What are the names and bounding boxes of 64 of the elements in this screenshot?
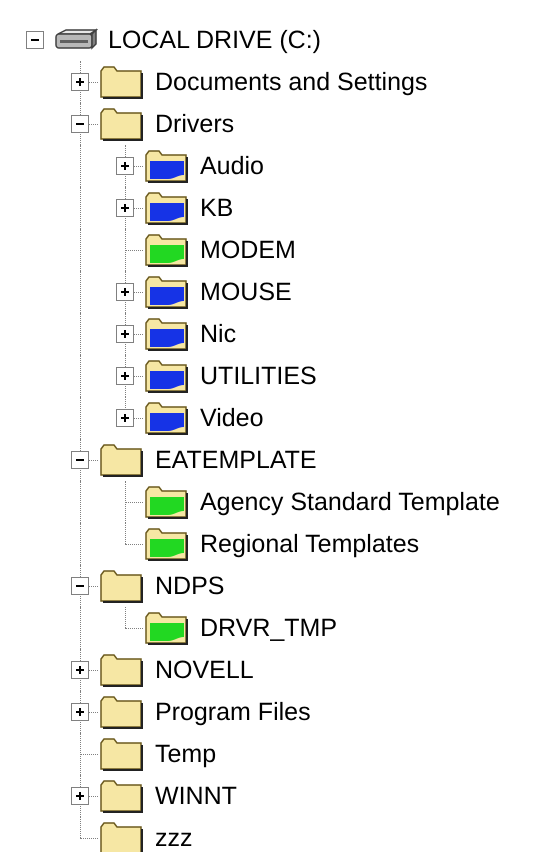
tree-item-label[interactable]: Video <box>200 403 264 433</box>
expand-button[interactable] <box>116 325 134 343</box>
folder-icon <box>99 569 145 603</box>
plus-icon <box>120 413 130 423</box>
tree-item-label[interactable]: Documents and Settings <box>155 67 428 97</box>
tree-item-label[interactable]: Regional Templates <box>200 529 420 559</box>
tree-item-label[interactable]: zzz <box>155 823 192 852</box>
tree-item-label[interactable]: Nic <box>200 319 236 349</box>
folder-icon <box>144 527 190 561</box>
plus-icon <box>75 77 85 87</box>
collapse-button[interactable] <box>26 31 44 49</box>
plus-icon <box>75 791 85 801</box>
expand-button[interactable] <box>71 787 89 805</box>
expand-button[interactable] <box>71 703 89 721</box>
folder-icon <box>144 359 190 393</box>
tree-item-label[interactable]: Program Files <box>155 697 311 727</box>
tree-item-label[interactable]: MOUSE <box>200 277 292 307</box>
tree-item-label[interactable]: EATEMPLATE <box>155 445 317 475</box>
folder-icon <box>99 653 145 687</box>
collapse-button[interactable] <box>71 577 89 595</box>
folder-icon <box>99 821 145 852</box>
tree-item-label[interactable]: DRVR_TMP <box>200 613 338 643</box>
collapse-button[interactable] <box>71 451 89 469</box>
folder-icon <box>99 65 145 99</box>
folder-icon <box>144 275 190 309</box>
expand-button[interactable] <box>116 409 134 427</box>
plus-icon <box>120 161 130 171</box>
collapse-button[interactable] <box>71 115 89 133</box>
plus-icon <box>75 707 85 717</box>
tree-item-label[interactable]: MODEM <box>200 235 296 265</box>
folder-icon <box>99 695 145 729</box>
expand-button[interactable] <box>71 73 89 91</box>
expand-button[interactable] <box>116 283 134 301</box>
tree-item-label[interactable]: WINNT <box>155 781 237 811</box>
plus-icon <box>120 203 130 213</box>
tree-item-label[interactable]: NDPS <box>155 571 224 601</box>
tree-item-label[interactable]: LOCAL DRIVE (C:) <box>108 25 322 55</box>
expand-button[interactable] <box>71 661 89 679</box>
folder-icon <box>144 233 190 267</box>
expand-button[interactable] <box>116 199 134 217</box>
plus-icon <box>120 287 130 297</box>
tree-item-label[interactable]: Drivers <box>155 109 234 139</box>
plus-icon <box>120 371 130 381</box>
tree-item-label[interactable]: KB <box>200 193 234 223</box>
folder-icon <box>144 191 190 225</box>
tree-item-label[interactable]: Agency Standard Template <box>200 487 500 517</box>
folder-icon <box>99 779 145 813</box>
expand-button[interactable] <box>116 367 134 385</box>
folder-icon <box>144 611 190 645</box>
folder-icon <box>99 443 145 477</box>
tree-item-label[interactable]: NOVELL <box>155 655 254 685</box>
folder-icon <box>144 401 190 435</box>
tree-item-label[interactable]: Temp <box>155 739 216 769</box>
tree-item-label[interactable]: Audio <box>200 151 264 181</box>
folder-icon <box>144 485 190 519</box>
tree-item-label[interactable]: UTILITIES <box>200 361 317 391</box>
plus-icon <box>75 665 85 675</box>
folder-icon <box>144 317 190 351</box>
drive-icon <box>54 28 98 52</box>
plus-icon <box>120 329 130 339</box>
folder-icon <box>99 737 145 771</box>
expand-button[interactable] <box>116 157 134 175</box>
folder-icon <box>144 149 190 183</box>
folder-icon <box>99 107 145 141</box>
